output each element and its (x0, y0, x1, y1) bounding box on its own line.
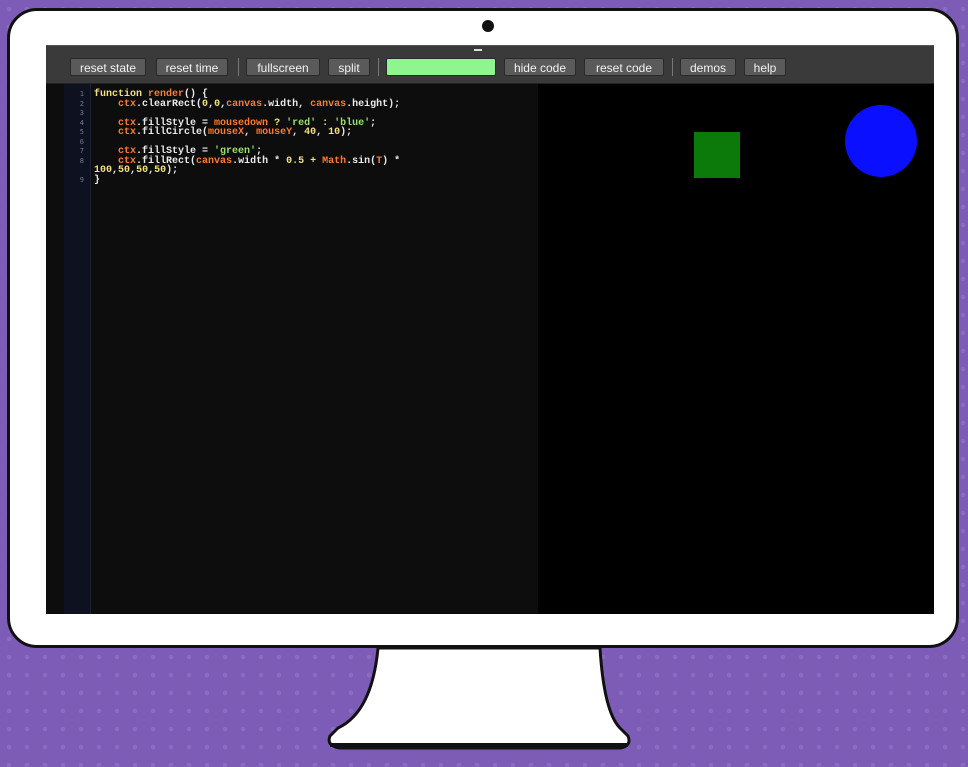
code-token: , (292, 127, 305, 138)
code-token: canvas (310, 98, 347, 110)
line-number: 1 (79, 90, 84, 98)
code-token: .width, (262, 98, 311, 110)
code-token: ); (340, 127, 353, 138)
hide-code-button[interactable]: hide code (504, 58, 576, 76)
code-line: ctx.clearRect(0,0,canvas.width, canvas.h… (94, 98, 401, 110)
code-token: , (316, 127, 329, 138)
code-token: 50 (154, 165, 167, 176)
code-token: ctx (118, 127, 137, 138)
code-line: 100,50,50,50); (94, 166, 178, 176)
code-editor[interactable]: 123456789 function render() { ctx.clearR… (46, 84, 538, 614)
toolbar: reset state reset time fullscreen split … (46, 46, 934, 84)
code-token: .height); (346, 98, 401, 110)
code-token: } (94, 174, 101, 186)
line-number: 6 (79, 137, 84, 146)
fullscreen-button[interactable]: fullscreen (246, 58, 320, 76)
code-token: ctx (118, 98, 137, 110)
code-token: .width * (232, 155, 287, 167)
code-line: } (94, 174, 101, 186)
code-token: ); (166, 165, 179, 176)
line-number: 4 (79, 118, 84, 127)
active-toggle-button[interactable] (386, 58, 496, 76)
screen: reset state reset time fullscreen split … (46, 45, 934, 614)
toolbar-separator (238, 58, 239, 76)
code-token: .clearRect( (136, 98, 203, 110)
code-token: 0.5 (286, 155, 305, 167)
code-token: 50 (118, 165, 131, 176)
code-token: Math (322, 155, 347, 167)
split-button[interactable]: split (328, 58, 370, 76)
line-number: 8 (79, 156, 84, 165)
reset-code-button[interactable]: reset code (584, 58, 664, 76)
reset-state-button[interactable]: reset state (70, 58, 146, 76)
code-token: ) * (382, 155, 401, 167)
toolbar-separator (378, 58, 379, 76)
code-token: mouseX (208, 127, 245, 138)
green-square-shape (694, 132, 740, 178)
line-number-gutter: 12345678 9 (64, 84, 91, 614)
line-number: 3 (79, 109, 84, 117)
line-number: 2 (79, 99, 84, 108)
code-token: 40 (304, 127, 317, 138)
code-token: .sin( (346, 155, 377, 167)
line-number: 5 (79, 128, 84, 136)
code-token: .fillCircle( (136, 127, 209, 138)
code-line: ctx.fillCircle(mouseX, mouseY, 40, 10); (94, 128, 352, 138)
reset-time-button[interactable]: reset time (156, 58, 228, 76)
canvas-preview[interactable] (538, 84, 934, 614)
drag-handle[interactable] (474, 49, 482, 51)
code-token: canvas (196, 155, 233, 167)
code-token: 50 (136, 165, 149, 176)
webcam-icon (482, 20, 494, 32)
blue-circle-shape (845, 105, 917, 177)
toolbar-separator (672, 58, 673, 76)
code-token: + (304, 155, 323, 167)
code-token: ; (370, 117, 377, 129)
code-token: 10 (328, 127, 341, 138)
code-token: , (244, 127, 257, 138)
code-token: canvas (226, 98, 263, 110)
demos-button[interactable]: demos (680, 58, 736, 76)
help-button[interactable]: help (744, 58, 786, 76)
code-token: mouseY (256, 127, 293, 138)
line-number: 9 (79, 175, 84, 184)
line-number: 7 (79, 147, 84, 155)
